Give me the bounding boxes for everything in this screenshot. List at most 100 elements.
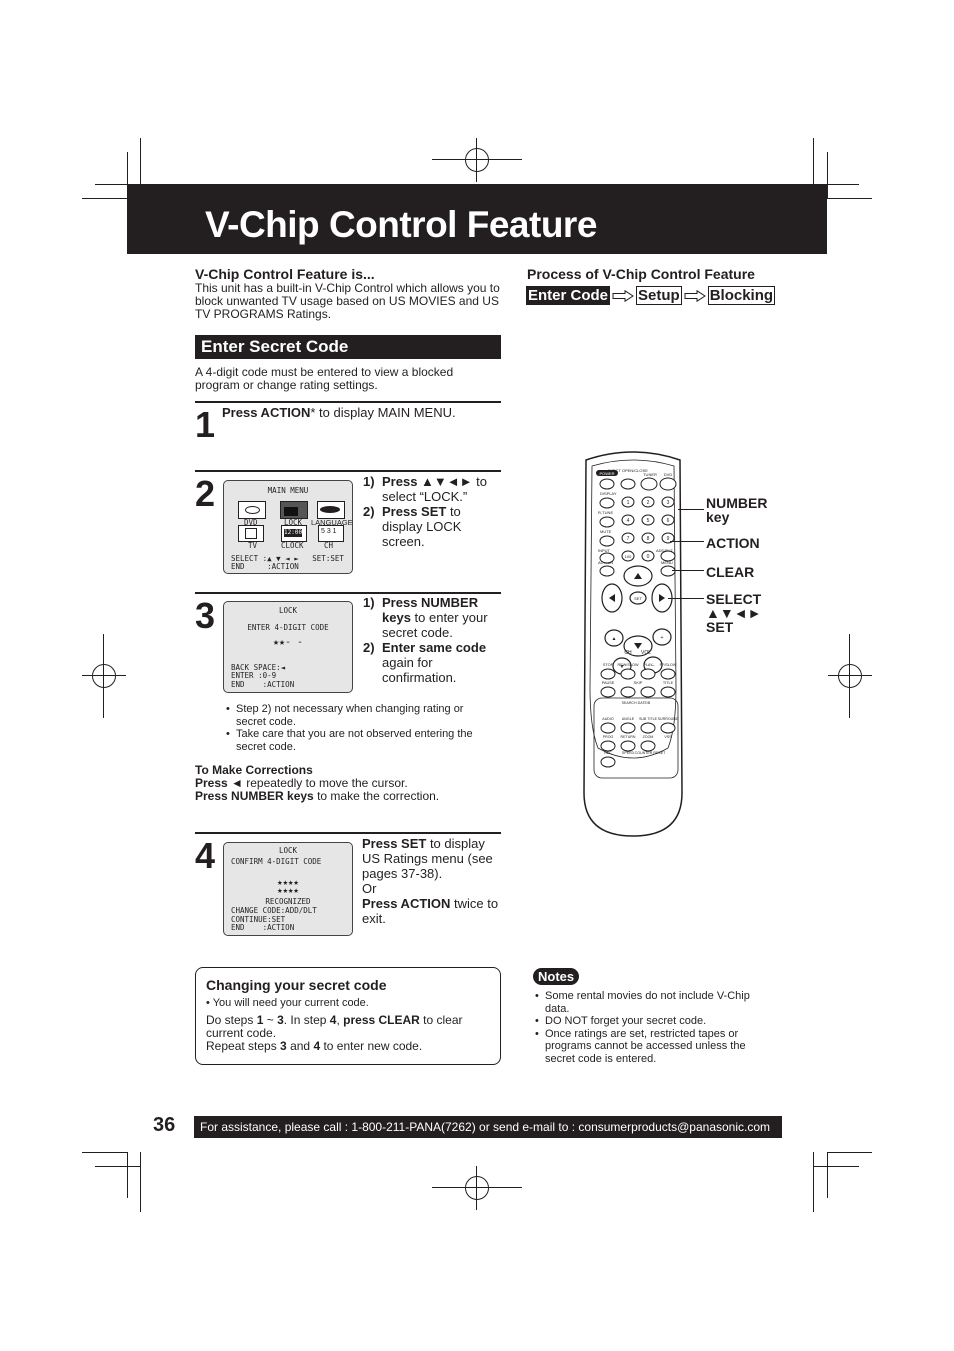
- svg-text:TUNER: TUNER: [643, 472, 657, 477]
- section-title: Enter Secret Code: [201, 337, 349, 356]
- svg-text:VOL: VOL: [641, 650, 651, 656]
- intro-text: This unit has a built-in V-Chip Control …: [195, 281, 500, 321]
- changing-code-text: Do steps 1 ~ 3. In step 4, press CLEAR t…: [206, 1013, 463, 1053]
- flow-step-setup: Setup: [636, 286, 682, 305]
- crop-mark: [82, 1152, 127, 1153]
- svg-text:SPEED: SPEED: [622, 751, 635, 755]
- callout-number-key: NUMBER key: [706, 495, 768, 525]
- flow-step-enter-code: Enter Code: [526, 286, 611, 305]
- svg-text:PAUSE: PAUSE: [602, 681, 615, 685]
- svg-text:DVD: DVD: [664, 472, 673, 477]
- callout-line: [668, 598, 704, 599]
- notes-label: Notes: [533, 968, 580, 985]
- svg-text:FF/SLOW: FF/SLOW: [660, 663, 677, 667]
- crop-mark: [827, 152, 828, 198]
- svg-text:INPUT: INPUT: [598, 548, 611, 553]
- remote-control-illustration: POWER EJECT OPEN/CLOSE TUNER DVD DISPLAY…: [583, 451, 683, 837]
- svg-text:3: 3: [667, 500, 670, 506]
- step-number: 2: [195, 473, 216, 514]
- step-3-instructions: 1) Press NUMBER keys to enter your secret…: [363, 595, 488, 685]
- osd-line: RECOGNIZED: [265, 897, 311, 906]
- osd-line: ENTER 4-DIGIT CODE: [247, 623, 329, 632]
- step-number: 3: [195, 595, 216, 636]
- tv-icon: [238, 525, 264, 542]
- step-divider: [195, 401, 501, 403]
- osd-line: END :ACTION: [231, 680, 295, 689]
- callout-line: [670, 541, 704, 542]
- callout-select-set: SELECT ▲▼◄► SET: [706, 591, 762, 635]
- outline-arrow-icon: [612, 290, 634, 303]
- bullet-item: Step 2) not necessary when changing rati…: [226, 703, 496, 728]
- step-1-text: Press ACTION* to display MAIN MENU.: [222, 405, 456, 420]
- crop-mark: [127, 1152, 128, 1198]
- osd-code: ★★★★: [277, 886, 299, 896]
- step-divider: [195, 592, 501, 594]
- svg-text:REC: REC: [604, 751, 612, 755]
- osd-main-menu: MAIN MENU DVD LOCK LANGUAGE 12:00 5 3 1 …: [223, 480, 353, 574]
- section-header: Enter Secret Code: [195, 335, 501, 359]
- svg-text:ANGLE: ANGLE: [622, 717, 635, 721]
- process-heading: Process of V-Chip Control Feature: [527, 266, 755, 282]
- note-item: Some rental movies do not include V-Chip…: [535, 990, 760, 1015]
- changing-code-bullet: • You will need your current code.: [206, 997, 369, 1009]
- osd-code: ★★- -: [272, 637, 304, 648]
- osd-icon-label: CLOCK: [281, 541, 304, 550]
- ch-icon: 5 3 1: [318, 525, 344, 542]
- crop-mark: [827, 1152, 828, 1198]
- svg-text:REW/SLOW: REW/SLOW: [617, 663, 639, 667]
- changing-code-heading: Changing your secret code: [206, 977, 387, 993]
- svg-text:PROG: PROG: [603, 735, 614, 739]
- footer-bar: For assistance, please call : 1-800-211-…: [194, 1116, 782, 1138]
- outline-arrow-icon: [684, 290, 706, 303]
- svg-text:+: +: [661, 635, 664, 641]
- osd-icon-label: TV: [248, 541, 258, 550]
- svg-text:8: 8: [647, 536, 650, 542]
- language-icon: [317, 501, 345, 519]
- svg-text:4: 4: [627, 518, 630, 524]
- svg-text:7: 7: [627, 536, 630, 542]
- osd-end-line: END :ACTION: [231, 562, 299, 571]
- registration-mark: [432, 138, 522, 182]
- svg-text:COUNTER RESET: COUNTER RESET: [635, 751, 667, 755]
- callout-line: [678, 509, 704, 510]
- note-item: DO NOT forget your secret code.: [535, 1015, 760, 1028]
- svg-text:6: 6: [667, 518, 670, 524]
- svg-text:R-TUNE: R-TUNE: [598, 510, 613, 515]
- step-divider: [195, 832, 501, 834]
- svg-text:DISPLAY: DISPLAY: [600, 491, 617, 496]
- dvd-icon: [238, 501, 266, 519]
- svg-text:CH: CH: [624, 650, 632, 656]
- callout-action: ACTION: [706, 535, 760, 551]
- svg-text:ZOOM: ZOOM: [643, 735, 654, 739]
- crop-mark: [827, 1152, 872, 1153]
- process-flow: Enter Code Setup Blocking: [526, 286, 776, 305]
- osd-icon-label: CH: [324, 541, 334, 550]
- svg-text:5: 5: [647, 518, 650, 524]
- step-number: 4: [195, 835, 216, 876]
- svg-text:SEARCH DATE/B: SEARCH DATE/B: [622, 701, 651, 705]
- svg-text:SUB TITLE: SUB TITLE: [639, 717, 658, 721]
- svg-text:▲: ▲: [612, 636, 617, 642]
- step-2-instructions: 1) Press ▲▼◄► to select “LOCK.” 2) Press S…: [363, 474, 487, 549]
- step-number: 1: [195, 404, 216, 445]
- svg-text:1: 1: [627, 500, 630, 506]
- svg-text:RETURN: RETURN: [621, 735, 636, 739]
- notes-list: Some rental movies do not include V-Chip…: [535, 990, 760, 1065]
- svg-text:0: 0: [647, 554, 650, 560]
- svg-text:SURROUND: SURROUND: [658, 717, 679, 721]
- crop-mark: [827, 198, 872, 199]
- registration-mark: [432, 1166, 522, 1210]
- crop-mark: [813, 1166, 859, 1167]
- step-divider: [195, 470, 501, 472]
- svg-text:STOP: STOP: [603, 663, 614, 667]
- assistance-text: For assistance, please call : 1-800-211-…: [200, 1120, 771, 1134]
- svg-text:VSS: VSS: [664, 735, 672, 739]
- svg-text:2: 2: [647, 500, 650, 506]
- osd-lock-enter: LOCK ENTER 4-DIGIT CODE ★★- - BACK SPACE…: [223, 601, 353, 693]
- step-3-bullets: Step 2) not necessary when changing rati…: [226, 703, 496, 753]
- osd-line: CONFIRM 4-DIGIT CODE: [231, 857, 322, 866]
- intro-heading: V-Chip Control Feature is...: [195, 266, 375, 282]
- svg-text:TITLE: TITLE: [663, 681, 674, 685]
- flow-step-blocking: Blocking: [707, 286, 776, 305]
- registration-mark: [828, 634, 872, 718]
